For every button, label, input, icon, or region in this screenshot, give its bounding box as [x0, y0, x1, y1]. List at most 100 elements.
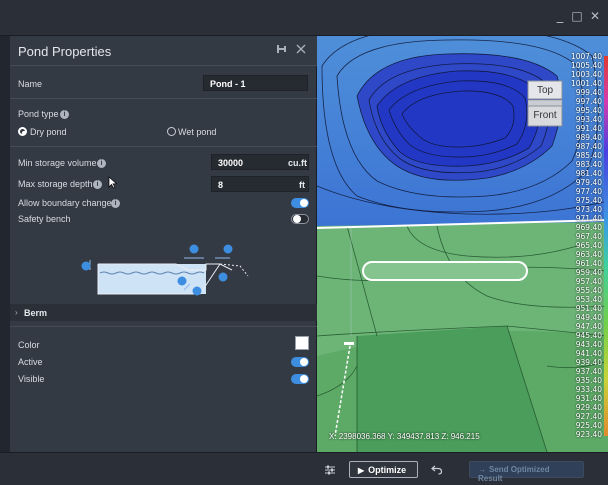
color-swatch[interactable] — [295, 336, 309, 350]
allow-boundary-toggle[interactable] — [291, 198, 309, 208]
legend-value: 925.40 — [575, 421, 602, 430]
optimize-button[interactable]: ▶ Optimize — [349, 461, 418, 478]
legend-value: 965.40 — [575, 241, 602, 250]
legend-value: 989.40 — [575, 133, 602, 142]
diagram-marker[interactable] — [192, 286, 202, 296]
arrow-right-icon: → — [478, 465, 486, 474]
legend-value: 985.40 — [575, 151, 602, 160]
divider — [10, 146, 317, 147]
legend-value: 953.40 — [575, 295, 602, 304]
view-cube-top[interactable]: Top — [527, 85, 563, 96]
chevron-right-icon: › — [15, 308, 18, 317]
wet-pond-label[interactable]: Wet pond — [178, 127, 216, 137]
legend-value: 981.40 — [575, 169, 602, 178]
info-icon[interactable]: i — [97, 159, 106, 168]
min-storage-label: Min storage volume — [18, 158, 97, 168]
maximize-icon[interactable]: □ — [570, 9, 584, 23]
close-panel-icon[interactable] — [295, 43, 307, 59]
legend-value: 1005.40 — [570, 61, 602, 70]
pond-properties-panel: Pond Properties Name Pond - 1 Pond type … — [10, 36, 317, 452]
berm-label: Berm — [24, 308, 48, 318]
max-depth-unit: ft — [299, 180, 305, 190]
dry-pond-label[interactable]: Dry pond — [30, 127, 67, 137]
legend-value: 951.40 — [575, 304, 602, 313]
legend-value: 995.40 — [575, 106, 602, 115]
terrain-viewport[interactable]: 1007.40 1005.40 1003.40 1001.40 999.40 997.40… — [317, 36, 608, 452]
pin-icon[interactable] — [276, 43, 288, 59]
berm-section-header[interactable]: › Berm — [10, 304, 317, 321]
legend-value: 983.40 — [575, 160, 602, 169]
legend-value: 997.40 — [575, 97, 602, 106]
legend-value: 993.40 — [575, 115, 602, 124]
legend-value: 927.40 — [575, 412, 602, 421]
visible-label: Visible — [18, 374, 45, 384]
panel-title: Pond Properties — [18, 44, 112, 59]
visible-toggle[interactable] — [291, 374, 309, 384]
legend-value: 943.40 — [575, 340, 602, 349]
divider — [10, 98, 317, 99]
sliders-icon[interactable] — [324, 463, 336, 481]
diagram-marker[interactable] — [177, 276, 187, 286]
legend-value: 977.40 — [575, 187, 602, 196]
legend-value: 963.40 — [575, 250, 602, 259]
view-cube-front[interactable]: Front — [527, 110, 563, 121]
app-window: _ □ ✕ Pond Properties Name Pond - 1 Pond… — [0, 0, 608, 485]
legend-value: 973.40 — [575, 205, 602, 214]
legend-value: 937.40 — [575, 367, 602, 376]
color-label: Color — [18, 340, 40, 350]
legend-value: 1003.40 — [570, 70, 602, 79]
legend-value: 957.40 — [575, 277, 602, 286]
bottom-toolbar: ▶ Optimize → Send Optimized Result — [0, 452, 608, 485]
legend-value: 975.40 — [575, 196, 602, 205]
legend-value: 1007.40 — [570, 52, 602, 61]
legend-value: 969.40 — [575, 223, 602, 232]
min-storage-value: 30000 — [218, 158, 244, 168]
info-icon[interactable]: i — [93, 180, 102, 189]
info-icon[interactable]: i — [60, 110, 69, 119]
legend-value: 967.40 — [575, 232, 602, 241]
legend-value: 979.40 — [575, 178, 602, 187]
minimize-icon[interactable]: _ — [553, 9, 567, 24]
elevation-legend-bar — [604, 56, 608, 436]
safety-bench-toggle[interactable] — [291, 214, 309, 224]
send-optimized-result-button[interactable]: → Send Optimized Result — [469, 461, 584, 483]
legend-value: 939.40 — [575, 358, 602, 367]
max-depth-field[interactable]: 8 — [211, 176, 309, 192]
diagram-marker[interactable] — [81, 261, 91, 271]
legend-value: 991.40 — [575, 124, 602, 133]
dry-pond-radio[interactable] — [18, 127, 27, 136]
legend-value: 959.40 — [575, 268, 602, 277]
wet-pond-radio[interactable] — [167, 127, 176, 136]
legend-value: 961.40 — [575, 259, 602, 268]
legend-value: 935.40 — [575, 376, 602, 385]
min-storage-unit: cu.ft — [288, 158, 307, 168]
mouse-cursor-icon — [108, 176, 118, 194]
safety-bench-label: Safety bench — [18, 214, 71, 224]
legend-value: 971.40 — [575, 214, 602, 223]
terrain-surface[interactable] — [317, 36, 608, 452]
diagram-marker[interactable] — [223, 244, 233, 254]
diagram-marker[interactable] — [189, 244, 199, 254]
allow-boundary-label: Allow boundary change — [18, 198, 112, 208]
legend-value: 923.40 — [575, 430, 602, 439]
name-label: Name — [18, 79, 43, 89]
max-depth-value: 8 — [218, 180, 224, 190]
undo-icon[interactable] — [431, 462, 443, 480]
active-label: Active — [18, 357, 43, 367]
legend-value: 955.40 — [575, 286, 602, 295]
view-cube[interactable]: Top Front — [527, 80, 563, 128]
legend-value: 941.40 — [575, 349, 602, 358]
legend-value: 949.40 — [575, 313, 602, 322]
diagram-marker[interactable] — [218, 272, 228, 282]
cursor-coordinates: X: 2398036.368 Y: 349437.813 Z: 946.215 — [329, 432, 480, 441]
close-window-icon[interactable]: ✕ — [588, 9, 602, 23]
legend-value: 987.40 — [575, 142, 602, 151]
info-icon[interactable]: i — [111, 199, 120, 208]
name-field[interactable]: Pond - 1 — [203, 75, 308, 91]
active-toggle[interactable] — [291, 357, 309, 367]
pond-type-label: Pond type — [18, 109, 59, 119]
play-icon: ▶ — [358, 466, 365, 475]
legend-value: 947.40 — [575, 322, 602, 331]
legend-value: 1001.40 — [570, 79, 602, 88]
title-bar: _ □ ✕ — [0, 0, 608, 36]
